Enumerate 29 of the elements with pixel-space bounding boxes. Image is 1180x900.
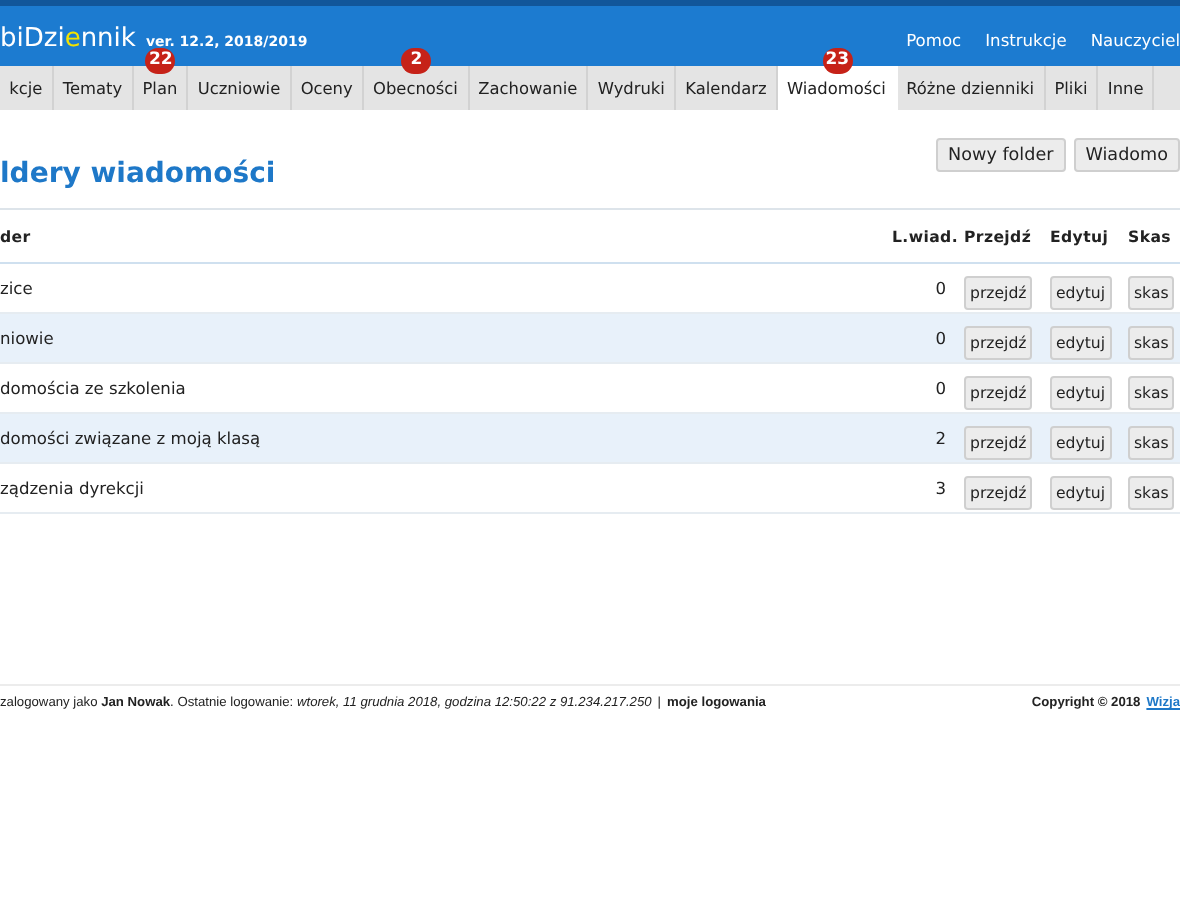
nav-tab[interactable]: kcje (0, 66, 54, 110)
message-count: 0 (933, 328, 948, 348)
app-logo: biDziennik (0, 21, 136, 53)
nav-tab[interactable]: Tematy (53, 66, 134, 110)
count-badge: 2 (401, 48, 432, 74)
nav-tab[interactable]: Pliki (1045, 66, 1099, 110)
header-link[interactable]: Instrukcje (985, 29, 1067, 49)
nav-tab[interactable]: Wydruki (588, 66, 677, 110)
folder-name: niowie (0, 328, 56, 348)
count-badge: 22 (145, 48, 176, 74)
header-link[interactable]: Pomoc (906, 29, 962, 49)
header-link[interactable]: Nauczyciel (1090, 29, 1180, 49)
nav-tab[interactable]: Oceny (291, 66, 364, 110)
message-count: 2 (933, 428, 948, 448)
nav-tab[interactable]: Inne (1098, 66, 1155, 110)
page-title: ldery wiadomości (0, 158, 276, 190)
message-count: 0 (933, 278, 948, 298)
nav-tab[interactable]: Zachowanie (469, 66, 589, 110)
nav-tab[interactable]: Różne dzienniki (897, 66, 1046, 110)
message-count: 0 (933, 378, 948, 398)
nav-tab[interactable]: Uczniowie (188, 66, 292, 110)
toolbar-button[interactable]: Nowy folder (936, 138, 1066, 172)
message-count: 3 (933, 478, 948, 498)
folder-name: zice (0, 278, 35, 298)
nav-tab[interactable]: Wiadomości (777, 66, 897, 110)
folder-name: domości związane z moją klasą (0, 428, 263, 448)
folder-name: domościa ze szkolenia (0, 378, 188, 398)
toolbar-button[interactable]: Wiadomo (1073, 138, 1180, 172)
folder-name: ządzenia dyrekcji (0, 478, 146, 498)
